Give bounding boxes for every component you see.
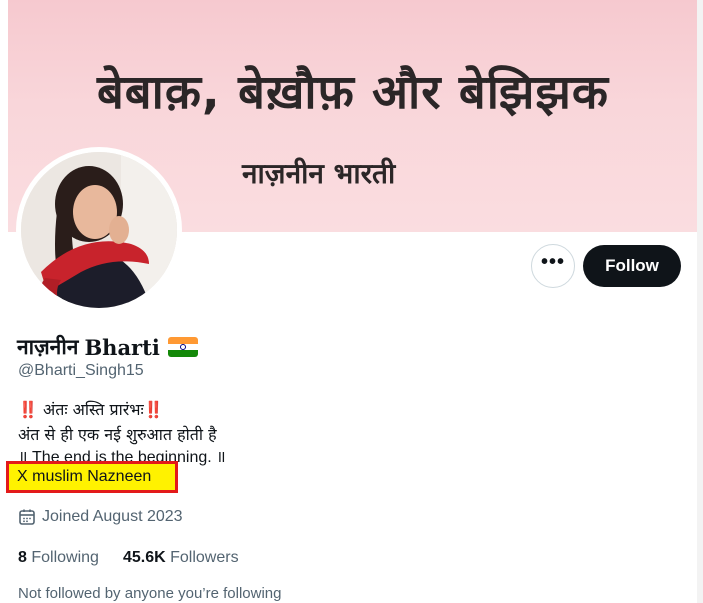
bio-line-1: ‼️ अंतः अस्ति प्रारंभः‼️ [18, 397, 226, 422]
joined-date: Joined August 2023 [18, 508, 183, 526]
more-options-button[interactable]: ••• [531, 244, 575, 288]
double-exclamation-icon: ‼️ [18, 400, 38, 419]
avatar-image [21, 152, 177, 308]
page-edge [697, 0, 703, 603]
double-exclamation-icon: ‼️ [143, 400, 164, 419]
followers-link[interactable]: 45.6K Followers [123, 549, 239, 567]
bio-line-2: अंत से ही एक नई शुरुआत होती है [18, 425, 217, 444]
display-name-hindi: नाज़नीन [17, 335, 79, 359]
followers-count: 45.6K [122, 549, 166, 566]
display-name-latin: Bharti [84, 334, 160, 360]
india-flag-icon [167, 337, 198, 357]
followed-by-text: Not followed by anyone you’re following [18, 585, 282, 602]
banner-title: बेबाक़, बेख़ौफ़ और बेझिझक [96, 65, 610, 120]
calendar-icon [19, 509, 35, 525]
more-horizontal-icon: ••• [540, 251, 565, 273]
highlighted-text: X muslim Nazneen [17, 468, 152, 485]
display-name: नाज़नीन Bharti [17, 333, 198, 361]
follow-button[interactable]: Follow [583, 245, 681, 287]
profile-stats: 8 Following 45.6K Followers [18, 549, 263, 567]
joined-text: Joined August 2023 [42, 508, 183, 525]
profile-handle: @Bharti_Singh15 [18, 362, 144, 379]
highlighted-annotation: X muslim Nazneen [6, 461, 178, 493]
following-label: Following [31, 549, 99, 566]
following-count: 8 [18, 549, 27, 566]
followers-label: Followers [170, 549, 239, 566]
bio-line-1-text: अंतः अस्ति प्रारंभः [37, 400, 144, 419]
profile-bio: ‼️ अंतः अस्ति प्रारंभः‼️ अंत से ही एक नई… [18, 397, 226, 470]
avatar[interactable] [16, 147, 182, 313]
banner-subtitle: नाज़नीन भारती [242, 157, 396, 190]
following-link[interactable]: 8 Following [18, 549, 99, 567]
